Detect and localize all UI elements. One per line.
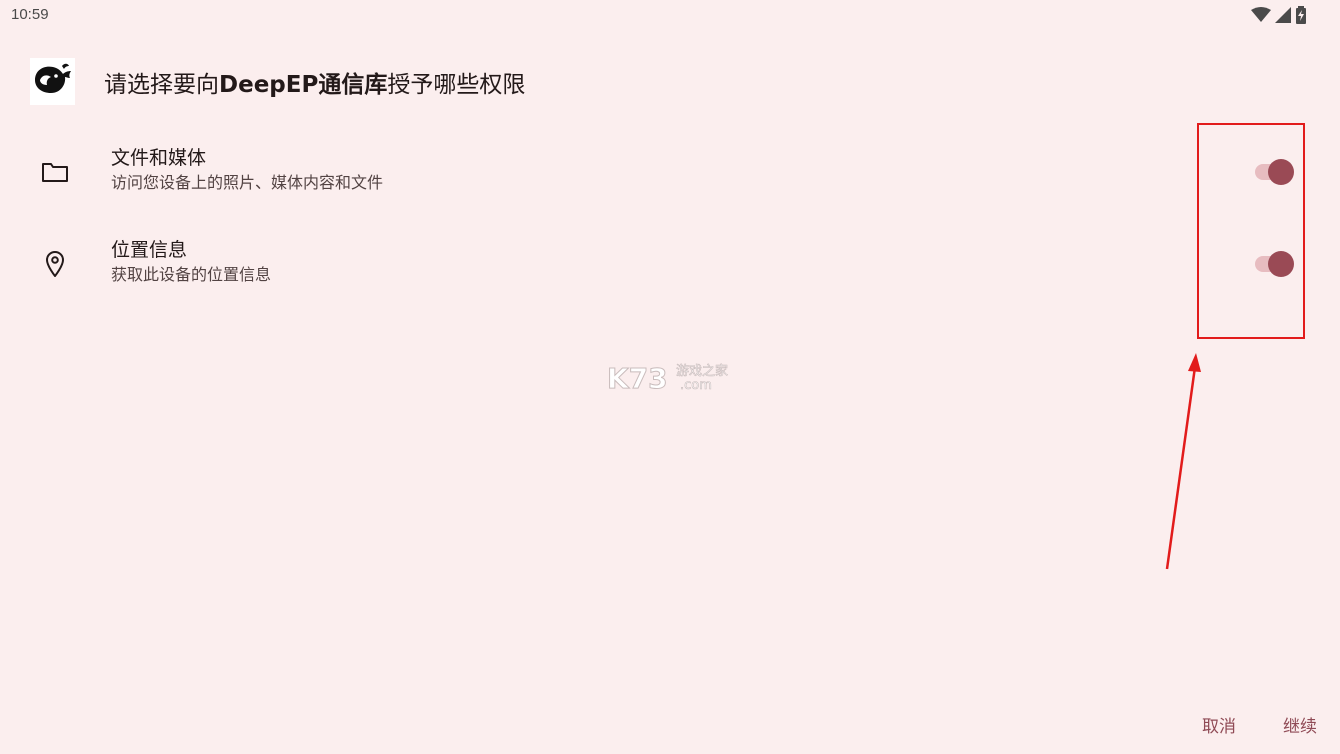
app-name: DeepEP通信库 — [219, 71, 388, 98]
status-icons — [1251, 6, 1307, 28]
cancel-button[interactable]: 取消 — [1202, 712, 1236, 737]
dialog-header: 请选择要向DeepEP通信库授予哪些权限 — [30, 58, 525, 105]
permission-title: 位置信息 — [111, 239, 188, 261]
status-bar: 10:59 — [0, 0, 1340, 30]
location-pin-icon — [40, 249, 70, 279]
wifi-icon — [1251, 7, 1271, 27]
permission-text: 位置信息 获取此设备的位置信息 — [111, 237, 271, 287]
title-prefix: 请选择要向 — [104, 71, 219, 98]
folder-icon — [40, 157, 70, 187]
permission-title: 文件和媒体 — [111, 147, 207, 169]
title-suffix: 授予哪些权限 — [387, 71, 526, 98]
watermark-domain: .com — [680, 378, 712, 393]
permission-description: 获取此设备的位置信息 — [111, 265, 272, 284]
status-time: 10:59 — [11, 6, 49, 23]
battery-charging-icon — [1295, 6, 1307, 28]
permission-row-files-media[interactable]: 文件和媒体 访问您设备上的照片、媒体内容和文件 — [30, 137, 1310, 207]
deepseek-whale-logo-icon — [32, 62, 74, 102]
k73-watermark: K73 游戏之家 .com — [607, 362, 729, 395]
cellular-signal-icon — [1275, 7, 1291, 27]
permission-text: 文件和媒体 访问您设备上的照片、媒体内容和文件 — [111, 145, 383, 195]
dialog-title: 请选择要向DeepEP通信库授予哪些权限 — [104, 65, 525, 99]
watermark-brand: K73 — [607, 362, 668, 394]
permission-description: 访问您设备上的照片、媒体内容和文件 — [111, 173, 384, 192]
annotation-highlight-box — [1197, 123, 1305, 339]
watermark-tagline: 游戏之家 — [676, 363, 728, 379]
continue-button[interactable]: 继续 — [1283, 712, 1317, 737]
app-logo — [30, 58, 75, 105]
permission-row-location[interactable]: 位置信息 获取此设备的位置信息 — [30, 229, 1310, 299]
annotation-arrow-icon — [1165, 353, 1201, 570]
